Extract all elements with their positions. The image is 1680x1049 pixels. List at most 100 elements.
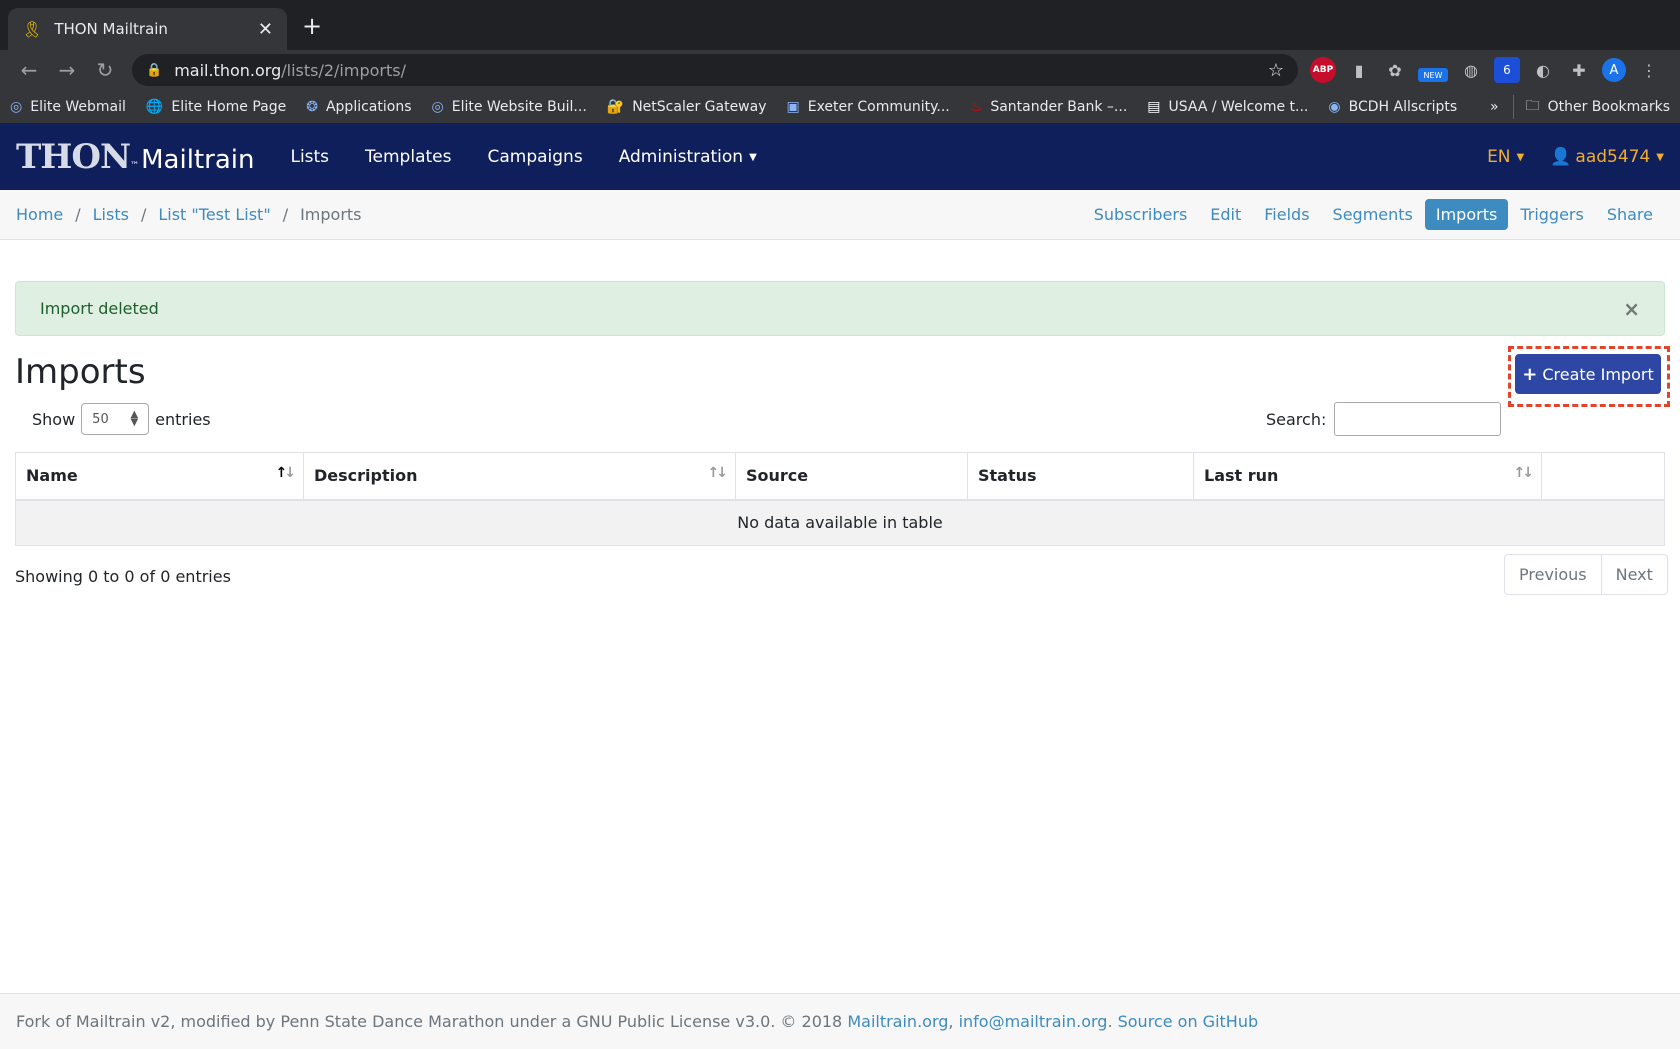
create-import-button[interactable]: + Create Import: [1515, 354, 1661, 394]
adblock-icon[interactable]: ABP: [1310, 57, 1336, 83]
page-length-select[interactable]: 50 ▲ ▼: [81, 403, 150, 435]
bookmark-2[interactable]: ❂ Applications: [306, 99, 411, 115]
bookmark-label: Elite Home Page: [171, 98, 287, 115]
nav-campaigns[interactable]: Campaigns: [487, 147, 582, 167]
search-input[interactable]: [1334, 402, 1502, 436]
puzzle-icon[interactable]: ✚: [1566, 57, 1592, 83]
nav-administration[interactable]: Administration ▼: [619, 147, 757, 167]
new-badge-extension-icon[interactable]: NEW: [1418, 68, 1448, 82]
footer-dot: .: [1107, 1012, 1118, 1031]
bookmark-1[interactable]: 🌐 Elite Home Page: [146, 99, 286, 115]
entries-label: entries: [155, 409, 211, 429]
address-bar[interactable]: 🔒 mail.thon.org/lists/2/imports/ ☆: [132, 54, 1298, 86]
flame-icon: ♨: [969, 98, 983, 115]
shield-icon: ◉: [1328, 98, 1341, 115]
usaa-icon: ▤: [1147, 98, 1161, 115]
updown-icon: ▲ ▼: [130, 409, 139, 428]
bookmark-4[interactable]: 🔐 NetScaler Gateway: [607, 99, 767, 115]
subnav-imports[interactable]: Imports: [1424, 199, 1509, 230]
close-icon[interactable]: ×: [1623, 297, 1640, 321]
bitwarden-icon[interactable]: 6: [1494, 57, 1520, 83]
subnav-triggers[interactable]: Triggers: [1509, 199, 1595, 230]
menu-kebab-icon[interactable]: ⋮: [1636, 57, 1662, 83]
previous-button[interactable]: Previous: [1505, 555, 1601, 594]
subnav-subscribers[interactable]: Subscribers: [1083, 199, 1199, 230]
search-label: Search:: [1266, 409, 1327, 429]
breadcrumb-home[interactable]: Home: [16, 205, 63, 224]
subnav-fields[interactable]: Fields: [1253, 199, 1320, 230]
color-wheel-icon[interactable]: ✿: [1382, 57, 1408, 83]
nav-templates[interactable]: Templates: [365, 147, 451, 167]
language-label: EN: [1487, 147, 1511, 167]
browser-tab[interactable]: 🎗 THON Mailtrain ✕: [8, 8, 287, 50]
sort-asc-icon: ↑↓: [275, 465, 297, 481]
other-bookmarks[interactable]: 🗀 Other Bookmarks: [1512, 94, 1670, 119]
bookmark-0[interactable]: ◎ Elite Webmail: [10, 99, 126, 115]
subnav-share[interactable]: Share: [1596, 199, 1664, 230]
office-icon[interactable]: ▮: [1346, 57, 1372, 83]
new-tab-icon[interactable]: +: [302, 12, 322, 40]
bookmarks-overflow-chevron-icon[interactable]: »: [1490, 99, 1499, 115]
breadcrumb-lists[interactable]: Lists: [93, 205, 129, 224]
profile-avatar[interactable]: A: [1602, 58, 1626, 82]
forward-icon[interactable]: →: [48, 58, 86, 82]
breadcrumb-list[interactable]: List "Test List": [158, 205, 270, 224]
bookmark-3[interactable]: ◎ Elite Website Buil...: [432, 99, 587, 115]
footer-comma: ,: [948, 1012, 959, 1031]
bookmark-5[interactable]: ▣ Exeter Community...: [787, 99, 950, 115]
url-path: /lists/2/imports/: [281, 60, 406, 80]
user-dropdown[interactable]: 👤 aad5474 ▼: [1550, 147, 1664, 167]
col-last-run[interactable]: Last run ↑↓: [1193, 452, 1542, 501]
spiral-icon: ◎: [10, 98, 23, 115]
bookmark-7[interactable]: ▤ USAA / Welcome t...: [1147, 99, 1308, 115]
brand-logo[interactable]: THON ™ Mailtrain: [16, 137, 254, 177]
browser-tabstrip: 🎗 THON Mailtrain ✕ +: [0, 0, 1680, 50]
footer-link-github[interactable]: Source on GitHub: [1118, 1012, 1259, 1031]
cookie-icon[interactable]: ◐: [1530, 57, 1556, 83]
subnav-edit[interactable]: Edit: [1199, 199, 1252, 230]
building-icon: ▣: [786, 98, 800, 115]
brand-mailtrain: Mailtrain: [141, 145, 255, 175]
caret-down-icon: ▼: [1656, 151, 1664, 163]
app-navbar: THON ™ Mailtrain Lists Templates Campaigns…: [0, 124, 1680, 190]
brain-icon: ❂: [306, 98, 318, 115]
table-search: Search:: [1266, 402, 1502, 436]
create-import-label: Create Import: [1542, 364, 1654, 384]
page-title: Imports: [15, 352, 146, 392]
subnav-segments[interactable]: Segments: [1322, 199, 1424, 230]
extensions-bar: ABP ▮ ✿ NEW ◍ 6 ◐ ✚ A ⋮: [1310, 57, 1662, 83]
ribbon-icon: 🎗: [22, 19, 43, 39]
col-last-run-label: Last run: [1204, 466, 1279, 486]
back-icon[interactable]: ←: [10, 58, 48, 82]
footer-license-text: Fork of Mailtrain v2, modified by Penn S…: [16, 1012, 848, 1031]
show-label: Show: [32, 409, 76, 429]
table-info: Showing 0 to 0 of 0 entries: [15, 567, 231, 586]
reload-icon[interactable]: ↻: [86, 58, 124, 82]
close-icon[interactable]: ✕: [258, 19, 273, 40]
next-button[interactable]: Next: [1600, 555, 1667, 594]
caret-down-icon: ▼: [1516, 151, 1525, 163]
bookmarks-bar: ◎ Elite Webmail 🌐 Elite Home Page ❂ Applica…: [0, 90, 1680, 124]
alert-message: Import deleted: [40, 299, 159, 318]
nav-lists[interactable]: Lists: [290, 147, 329, 167]
bookmark-label: USAA / Welcome t...: [1168, 98, 1309, 115]
bookmark-6[interactable]: ♨ Santander Bank –...: [970, 99, 1128, 115]
language-dropdown[interactable]: EN ▼: [1487, 147, 1524, 167]
globe-extension-icon[interactable]: ◍: [1458, 57, 1484, 83]
col-description[interactable]: Description ↑↓: [303, 452, 736, 501]
breadcrumb-bar: Home / Lists / List "Test List" / Import…: [0, 190, 1680, 240]
list-subnav: Subscribers Edit Fields Segments Imports…: [1082, 199, 1664, 230]
footer-link-mailtrain[interactable]: Mailtrain.org: [847, 1012, 948, 1031]
imports-table: Name ↑↓ Description ↑↓ Source Status Last …: [15, 452, 1665, 546]
footer-link-email[interactable]: info@mailtrain.org: [959, 1012, 1108, 1031]
col-name[interactable]: Name ↑↓: [15, 452, 304, 501]
globe-icon: 🌐: [145, 98, 164, 115]
bookmark-star-icon[interactable]: ☆: [1268, 60, 1284, 81]
breadcrumb-separator: /: [140, 205, 147, 224]
sort-icon: ↑↓: [1513, 465, 1535, 481]
sort-icon: ↑↓: [707, 465, 729, 481]
page-length-control: Show 50 ▲ ▼ entries: [32, 403, 211, 435]
page-length-value: 50: [92, 411, 109, 427]
bookmark-8[interactable]: ◉ BCDH Allscripts: [1328, 99, 1457, 115]
breadcrumb-current: Imports: [300, 205, 362, 224]
